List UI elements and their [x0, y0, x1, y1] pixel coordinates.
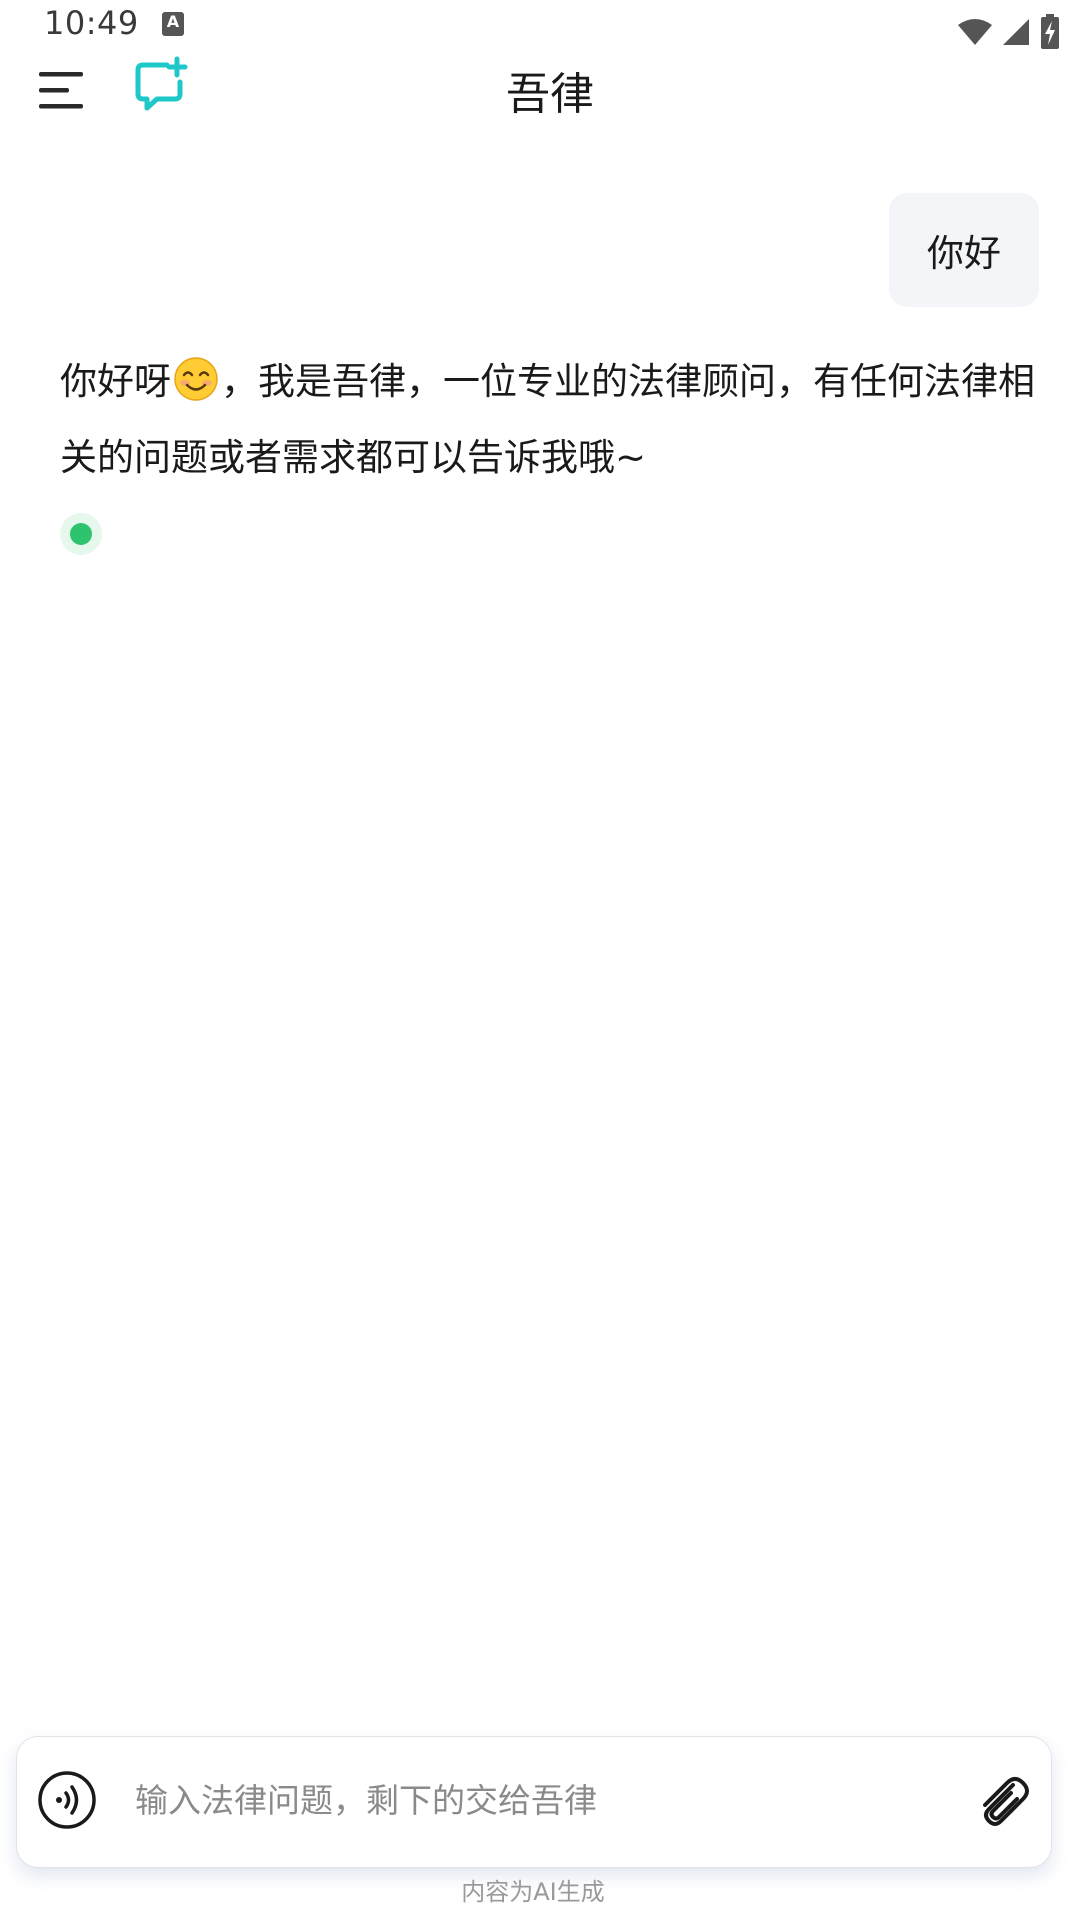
status-icons [957, 14, 1061, 50]
app-header: 吾律 [0, 50, 1075, 160]
status-dot [70, 523, 92, 545]
attach-file-button[interactable] [971, 1771, 1033, 1833]
battery-charging-icon [1041, 14, 1059, 49]
message-input[interactable] [135, 1767, 935, 1833]
assistant-message: 你好呀 ，我是吾律，一位专业的法律顾问，有任何法律相关的问题或者需求都可以告诉我… [60, 344, 1050, 496]
voice-input-icon [38, 1771, 96, 1829]
app-screen: 10:49 A 吾律 你好 你好呀 ，我是吾律，一位专业的法律顾问，有任何法律相… [0, 0, 1075, 1911]
wifi-icon [958, 19, 992, 45]
voice-input-button[interactable] [35, 1768, 99, 1832]
notification-a-icon: A [162, 12, 184, 36]
user-message-bubble: 你好 [889, 193, 1039, 307]
ai-generated-disclaimer: 内容为AI生成 [461, 1878, 605, 1906]
signal-icon [1003, 19, 1029, 45]
status-time: 10:49 [44, 4, 139, 42]
response-status-indicator [60, 513, 102, 555]
message-input-bar [16, 1736, 1052, 1868]
user-message-text: 你好 [927, 232, 1001, 275]
paperclip-icon [983, 1777, 1029, 1826]
page-title: 吾律 [506, 69, 594, 120]
assistant-message-text-1: 你好呀 [60, 360, 171, 403]
status-bar: 10:49 A [0, 0, 1075, 50]
smiling-face-emoji-icon [174, 357, 218, 401]
